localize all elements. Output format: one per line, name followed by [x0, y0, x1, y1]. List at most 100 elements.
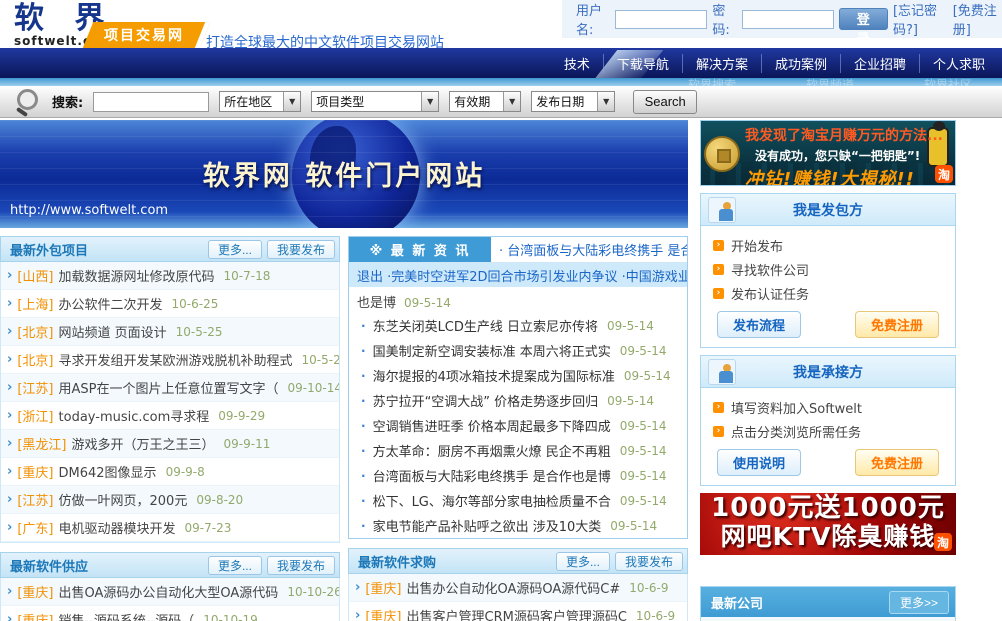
news-tab[interactable]: ※ 最 新 资 讯 [349, 237, 491, 262]
publisher-item-label[interactable]: 开始发布 [731, 236, 783, 255]
news-link[interactable]: 海尔提报的4项冰箱技术提案成为国际标准 [373, 366, 615, 385]
project-row[interactable]: ›[山西]加载数据源网址修改原代码10-7-18 [1, 262, 339, 290]
red-ad-banner[interactable]: 1000元送1000元 网吧KTV除臭赚钱 淘 [700, 493, 956, 555]
news-row[interactable]: ·松下、LG、海尔等部分家电抽检质量不合09-5-14 [349, 488, 687, 513]
demand-post-button[interactable]: 我要发布 [615, 552, 683, 571]
project-link[interactable]: DM642图像显示 [59, 462, 157, 481]
news-wrapped-line[interactable]: 也是博09-5-14 [349, 287, 687, 313]
chevron-down-icon[interactable]: ▼ [283, 92, 300, 111]
news-row[interactable]: ·台湾面板与大陆彩电终携手 是合作也是博09-5-14 [349, 463, 687, 488]
project-row[interactable]: ›[黑龙江]游戏多开（万王之王三）09-9-11 [1, 430, 339, 458]
project-link[interactable]: 办公软件二次开发 [59, 294, 163, 313]
supply-row[interactable]: ›[重庆]销售--源码系统--源码（10-10-19 [1, 606, 339, 621]
news-link[interactable]: 空调销售进旺季 价格本周起最多下降四成 [373, 416, 611, 435]
contractor-item[interactable]: ›点击分类浏览所需任务 [713, 419, 945, 443]
project-row[interactable]: ›[重庆]DM642图像显示09-9-8 [1, 458, 339, 486]
contractor-item-label[interactable]: 填写资料加入Softwelt [731, 398, 862, 417]
username-input[interactable] [615, 10, 707, 29]
search-input[interactable] [93, 92, 209, 112]
projects-more-button[interactable]: 更多... [208, 240, 262, 259]
nav-item-resume[interactable]: 个人求职 [919, 54, 998, 73]
usage-guide-button[interactable]: 使用说明 [717, 449, 801, 476]
subnav-item-community[interactable]: 软界社区 [924, 76, 972, 93]
news-ticker-line1[interactable]: · 台湾面板与大陆彩电终携手 是合作 [491, 237, 687, 262]
demand-link[interactable]: 出售客户管理CRM源码客户管理源码C [407, 606, 627, 621]
chevron-down-icon[interactable]: ▼ [421, 92, 438, 111]
project-row[interactable]: ›[浙江]today-music.com寻求程09-9-29 [1, 402, 339, 430]
taobao-ad-banner[interactable]: 我发现了淘宝月赚万元的方法... 没有成功，您只缺“一把钥匙”! 冲钻!赚钱!大… [700, 120, 956, 186]
nav-item-solutions[interactable]: 解决方案 [682, 54, 761, 73]
validity-select[interactable]: 有效期 ▼ [449, 91, 521, 112]
nav-item-tech[interactable]: 技术 [551, 54, 603, 73]
nav-item-jobs[interactable]: 企业招聘 [840, 54, 919, 73]
project-row[interactable]: ›[广东]电机驱动器模块开发09-7-23 [1, 514, 339, 542]
news-link[interactable]: 国美制定新空调安装标准 本周六将正式实 [373, 341, 611, 360]
news-row[interactable]: ·国美制定新空调安装标准 本周六将正式实09-5-14 [349, 338, 687, 363]
project-row[interactable]: ›[北京]寻求开发组开发某欧洲游戏脱机补助程式10-5-25 [1, 346, 339, 374]
project-link[interactable]: 加载数据源网址修改原代码 [59, 266, 215, 285]
project-link[interactable]: 电机驱动器模块开发 [59, 518, 176, 537]
projects-post-button[interactable]: 我要发布 [267, 240, 335, 259]
project-link[interactable]: 网站频道 页面设计 [59, 322, 167, 341]
project-link[interactable]: 游戏多开（万王之王三） [72, 434, 215, 453]
publisher-item-label[interactable]: 发布认证任务 [731, 284, 809, 303]
project-row[interactable]: ›[北京]网站频道 页面设计10-5-25 [1, 318, 339, 346]
project-row[interactable]: ›[上海]办公软件二次开发10-6-25 [1, 290, 339, 318]
news-link[interactable]: 东芝关闭英LCD生产线 日立索尼亦传将 [373, 316, 598, 335]
news-link[interactable]: 方太革命：厨房不再烟熏火燎 民企不再粗 [373, 441, 611, 460]
demand-link[interactable]: 出售办公自动化OA源码OA源代码C# [407, 578, 621, 597]
supply-link[interactable]: 出售OA源码办公自动化大型OA源代码 [59, 582, 279, 601]
project-link[interactable]: 仿做一叶网页，200元 [59, 490, 188, 509]
publisher-item[interactable]: ›发布认证任务 [713, 281, 945, 305]
publisher-item[interactable]: ›寻找软件公司 [713, 257, 945, 281]
password-input[interactable] [742, 10, 834, 29]
news-row[interactable]: ·海尔提报的4项冰箱技术提案成为国际标准09-5-14 [349, 363, 687, 388]
free-register-button[interactable]: 免费注册 [855, 311, 939, 338]
project-type-select[interactable]: 项目类型 ▼ [311, 91, 439, 112]
news-row[interactable]: ·空调销售进旺季 价格本周起最多下降四成09-5-14 [349, 413, 687, 438]
company-row[interactable]: ※ 上海冲凌信息科技有限公司荐 [701, 617, 955, 621]
news-row[interactable]: ·东芝关闭英LCD生产线 日立索尼亦传将09-5-14 [349, 313, 687, 338]
project-link[interactable]: 寻求开发组开发某欧洲游戏脱机补助程式 [59, 350, 293, 369]
chevron-down-icon[interactable]: ▼ [597, 92, 614, 111]
region-select[interactable]: 所在地区 ▼ [219, 91, 301, 112]
nav-item-cases[interactable]: 成功案例 [761, 54, 840, 73]
project-row[interactable]: ›[江苏]用ASP在一个图片上任意位置写文字（09-10-14 [1, 374, 339, 402]
supply-more-button[interactable]: 更多... [208, 556, 262, 575]
news-link[interactable]: 苏宁拉开“空调大战” 价格走势逐步回归 [373, 391, 599, 410]
supply-post-button[interactable]: 我要发布 [267, 556, 335, 575]
free-register-button[interactable]: 免费注册 [855, 449, 939, 476]
news-link[interactable]: 家电节能产品补贴呼之欲出 涉及10大类 [373, 516, 602, 535]
news-ticker-line2[interactable]: 退出 ·完美时空进军2D回合市场引发业内争议 ·中国游戏业 [349, 263, 687, 287]
publisher-item-label[interactable]: 寻找软件公司 [731, 260, 809, 279]
subnav-item-channel[interactable]: 软界频道 [806, 76, 854, 93]
forgot-password-link[interactable]: [忘记密码?] [893, 0, 948, 38]
news-link[interactable]: 松下、LG、海尔等部分家电抽检质量不合 [373, 491, 611, 510]
supply-link[interactable]: 销售--源码系统--源码（ [59, 610, 195, 621]
news-link[interactable]: 台湾面板与大陆彩电终携手 是合作也是博 [373, 466, 611, 485]
project-row[interactable]: ›[江苏]仿做一叶网页，200元09-8-20 [1, 486, 339, 514]
contractor-item-label[interactable]: 点击分类浏览所需任务 [731, 422, 861, 441]
password-label: 密码: [712, 0, 736, 38]
nav-item-downloads[interactable]: 下载导航 [603, 54, 682, 73]
publisher-item[interactable]: ›开始发布 [713, 233, 945, 257]
hero-banner[interactable]: 软界网 软件门户网站 http://www.softwelt.com [0, 120, 688, 228]
login-button[interactable]: 登 录 [839, 8, 888, 30]
contractor-item[interactable]: ›填写资料加入Softwelt [713, 395, 945, 419]
register-link[interactable]: [免费注册] [953, 0, 1002, 38]
publish-process-button[interactable]: 发布流程 [717, 311, 801, 338]
companies-more-button[interactable]: 更多>> [889, 591, 949, 614]
news-row[interactable]: ·方太革命：厨房不再烟熏火燎 民企不再粗09-5-14 [349, 438, 687, 463]
demand-row[interactable]: ›[重庆]出售办公自动化OA源码OA源代码C#10-6-9 [349, 574, 687, 602]
project-link[interactable]: 用ASP在一个图片上任意位置写文字（ [59, 378, 279, 397]
demand-more-button[interactable]: 更多... [556, 552, 610, 571]
news-row[interactable]: ·苏宁拉开“空调大战” 价格走势逐步回归09-5-14 [349, 388, 687, 413]
project-link[interactable]: today-music.com寻求程 [59, 406, 210, 425]
search-button[interactable]: Search [633, 90, 697, 114]
supply-row[interactable]: ›[重庆]出售OA源码办公自动化大型OA源代码10-10-26 [1, 578, 339, 606]
news-row[interactable]: ·家电节能产品补贴呼之欲出 涉及10大类09-5-14 [349, 513, 687, 538]
publish-date-select[interactable]: 发布日期 ▼ [531, 91, 615, 112]
subnav-item-search[interactable]: 软界搜索 [688, 76, 736, 93]
demand-row[interactable]: ›[重庆]出售客户管理CRM源码客户管理源码C10-6-9 [349, 602, 687, 621]
chevron-down-icon[interactable]: ▼ [503, 92, 520, 111]
